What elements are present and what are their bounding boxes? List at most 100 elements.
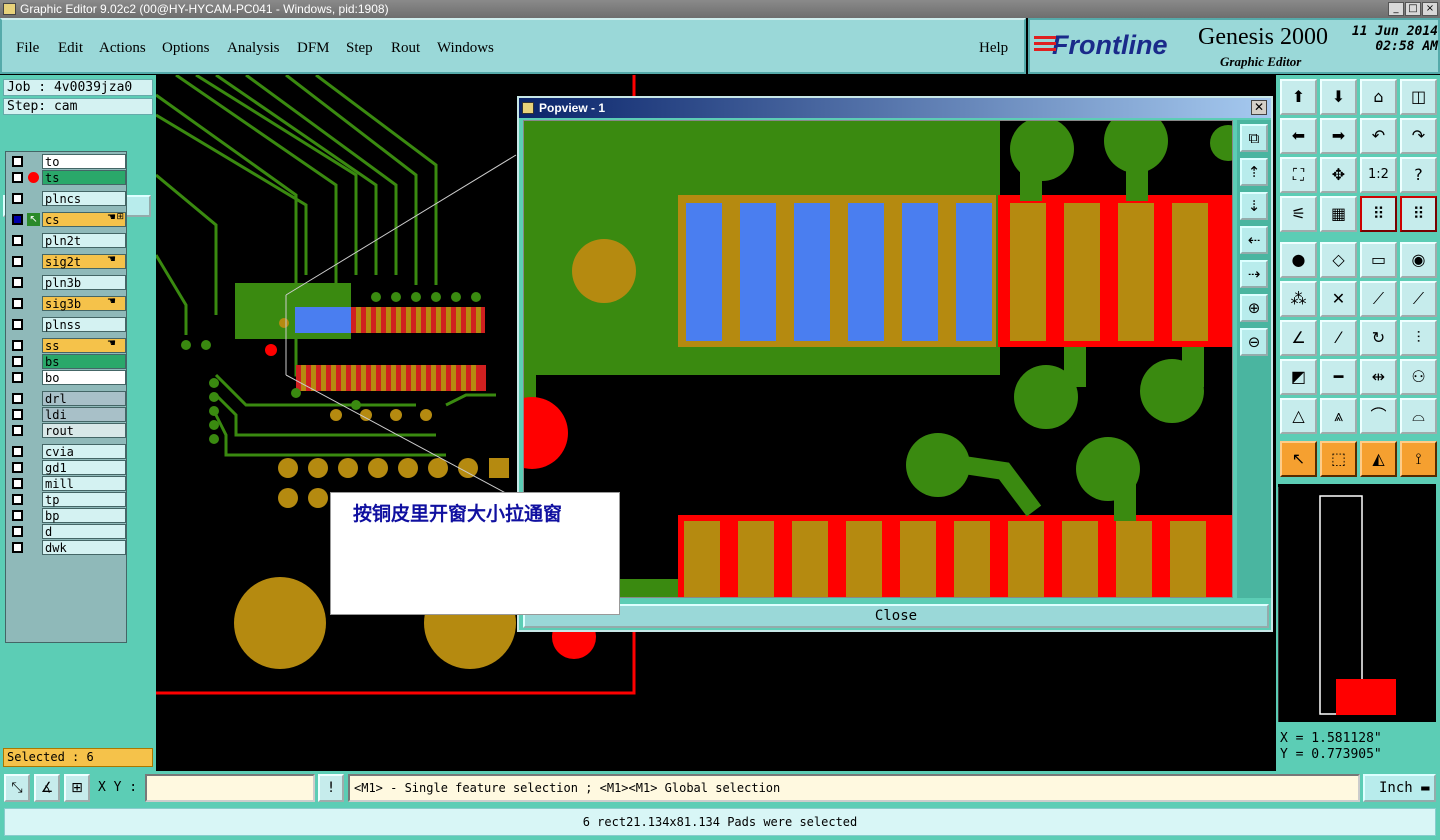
layer-row-plncs[interactable]: plncs <box>8 191 126 206</box>
layer-checkbox[interactable] <box>12 277 23 288</box>
menu-analysis[interactable]: Analysis <box>227 40 280 57</box>
layer-checkbox[interactable] <box>12 372 23 383</box>
arch-line-icon[interactable]: ⌓ <box>1400 398 1437 434</box>
select-pointer-icon[interactable]: ↖ <box>1280 441 1317 477</box>
layer-row-ts[interactable]: ts <box>8 170 126 185</box>
zoom-in-icon[interactable]: ⊕ <box>1240 294 1268 322</box>
layer-checkbox[interactable] <box>12 462 23 473</box>
select-path-icon[interactable]: ⟟ <box>1400 441 1437 477</box>
menu-options[interactable]: Options <box>162 40 210 57</box>
menu-step[interactable]: Step <box>346 40 373 57</box>
triangle-line-icon[interactable]: ⩓ <box>1320 398 1357 434</box>
layer-checkbox[interactable] <box>12 340 23 351</box>
layer-row-gd1[interactable]: gd1 <box>8 460 126 475</box>
pad-select-icon[interactable]: ◩ <box>1280 359 1317 395</box>
fit-width-icon[interactable]: ⇹ <box>1360 359 1397 395</box>
layer-row-drl[interactable]: drl <box>8 391 126 406</box>
layer-checkbox[interactable] <box>12 235 23 246</box>
layer-row-plnss[interactable]: plnss <box>8 317 126 332</box>
layer-row-bo[interactable]: bo <box>8 370 126 385</box>
select-box-pointer-icon[interactable]: ⬚ <box>1320 441 1357 477</box>
layer-checkbox[interactable] <box>12 214 23 225</box>
popview-close-button[interactable]: Close <box>523 604 1269 628</box>
line-pad-icon[interactable]: ⟋ <box>1360 281 1397 317</box>
move-right-icon[interactable]: ➡ <box>1320 118 1357 154</box>
pan-up-icon[interactable]: ⇡ <box>1240 158 1268 186</box>
xy-input[interactable] <box>145 774 315 802</box>
menu-rout[interactable]: Rout <box>391 40 420 57</box>
layer-checkbox[interactable] <box>12 494 23 505</box>
layer-row-ss[interactable]: ss ☚ <box>8 338 126 353</box>
layer-row-dwk[interactable]: dwk <box>8 540 126 555</box>
arch-icon[interactable]: ⌒ <box>1360 398 1397 434</box>
layer-checkbox[interactable] <box>12 510 23 521</box>
layer-row-rout[interactable]: rout <box>8 423 126 438</box>
select-box-icon[interactable]: ◉ <box>1400 242 1437 278</box>
zoom-out-icon[interactable]: ⊖ <box>1240 328 1268 356</box>
ruler-icon[interactable]: ⚟ <box>1280 196 1317 232</box>
layer-checkbox[interactable] <box>12 193 23 204</box>
popview-close-icon[interactable]: ✕ <box>1251 100 1267 115</box>
delete-feature-icon[interactable]: ✕ <box>1320 281 1357 317</box>
layer-checkbox[interactable] <box>12 425 23 436</box>
layer-row-ldi[interactable]: ldi <box>8 407 126 422</box>
layer-row-to[interactable]: to <box>8 154 126 169</box>
move-up-icon[interactable]: ⬆ <box>1280 79 1317 115</box>
layer-row-bp[interactable]: bp <box>8 508 126 523</box>
close-window-button[interactable]: × <box>1422 2 1438 16</box>
window-split-icon[interactable]: ◫ <box>1400 79 1437 115</box>
popview-canvas[interactable] <box>523 120 1233 598</box>
minimize-button[interactable]: _ <box>1388 2 1404 16</box>
line-segment-icon[interactable]: ━ <box>1320 359 1357 395</box>
layer-row-cs[interactable]: ↖ cs ☚ ⊞ <box>8 212 126 227</box>
angle-snap-icon[interactable]: ∡ <box>34 774 60 802</box>
angle-line-icon[interactable]: ∠ <box>1280 320 1317 356</box>
layer-row-sig3b[interactable]: sig3b ☚ <box>8 296 126 311</box>
add-pad-icon[interactable]: ● <box>1280 242 1317 278</box>
split-line-icon[interactable]: ⫶ <box>1400 320 1437 356</box>
menu-help[interactable]: Help <box>979 40 1008 57</box>
pan-right-icon[interactable]: ⇢ <box>1240 260 1268 288</box>
layer-colors-alt-icon[interactable]: ⠿ <box>1400 196 1437 232</box>
menu-file[interactable]: File <box>16 40 39 57</box>
layer-checkbox[interactable] <box>12 478 23 489</box>
layer-row-cvia[interactable]: cvia <box>8 444 126 459</box>
pan-left-icon[interactable]: ⇠ <box>1240 226 1268 254</box>
menu-dfm[interactable]: DFM <box>297 40 330 57</box>
scale-one-to-two-icon[interactable]: 1:2 <box>1360 157 1397 193</box>
help-query-icon[interactable]: ? <box>1400 157 1437 193</box>
zoom-center-icon[interactable]: ✥ <box>1320 157 1357 193</box>
select-single-pointer-icon[interactable]: ◭ <box>1360 441 1397 477</box>
arc-icon[interactable]: ↻ <box>1360 320 1397 356</box>
menu-windows[interactable]: Windows <box>437 40 494 57</box>
triangle-icon[interactable]: △ <box>1280 398 1317 434</box>
layer-checkbox[interactable] <box>12 156 23 167</box>
measure-icon[interactable]: ▭ <box>1360 242 1397 278</box>
maximize-button[interactable]: □ <box>1405 2 1421 16</box>
layer-checkbox[interactable] <box>12 542 23 553</box>
move-down-icon[interactable]: ⬇ <box>1320 79 1357 115</box>
layer-row-bs[interactable]: bs <box>8 354 126 369</box>
move-left-icon[interactable]: ⬅ <box>1280 118 1317 154</box>
zoom-fit-icon[interactable]: ⧉ <box>1240 124 1268 152</box>
redo-view-icon[interactable]: ↷ <box>1400 118 1437 154</box>
layer-row-pln2t[interactable]: pln2t <box>8 233 126 248</box>
connect-pads-icon[interactable]: ⁂ <box>1280 281 1317 317</box>
layer-row-mill[interactable]: mill <box>8 476 126 491</box>
group-pads-icon[interactable]: ⚇ <box>1400 359 1437 395</box>
overview-map[interactable] <box>1277 484 1436 722</box>
layer-checkbox[interactable] <box>12 298 23 309</box>
layer-checkbox[interactable] <box>12 356 23 367</box>
layer-row-d[interactable]: d <box>8 524 126 539</box>
pan-down-icon[interactable]: ⇣ <box>1240 192 1268 220</box>
layer-colors-icon[interactable]: ⠿ <box>1360 196 1397 232</box>
add-line-icon[interactable]: ◇ <box>1320 242 1357 278</box>
layer-checkbox[interactable] <box>12 446 23 457</box>
unit-selector[interactable]: Inch ▬ <box>1363 774 1436 802</box>
layer-checkbox[interactable] <box>12 319 23 330</box>
alert-icon[interactable]: ! <box>318 774 344 802</box>
layer-checkbox[interactable] <box>12 256 23 267</box>
layer-checkbox[interactable] <box>12 409 23 420</box>
layer-row-sig2t[interactable]: sig2t ☚ <box>8 254 126 269</box>
layer-checkbox[interactable] <box>12 393 23 404</box>
